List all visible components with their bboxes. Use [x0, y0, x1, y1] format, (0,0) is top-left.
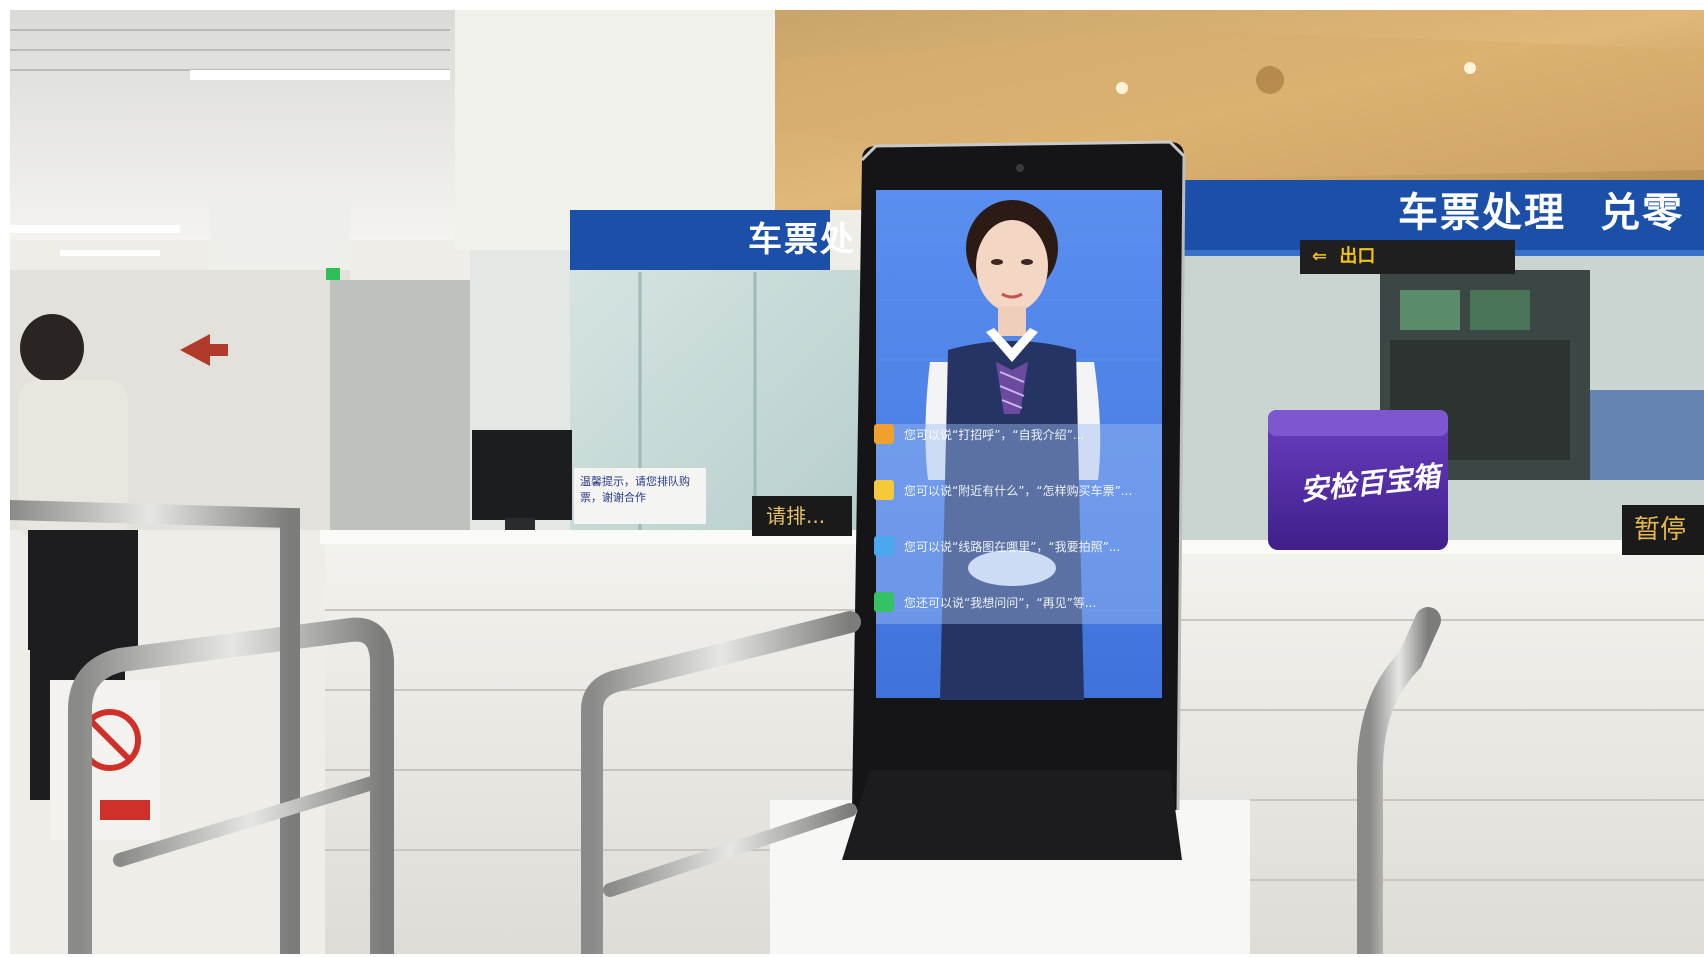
- sign-text-left: 车票处: [748, 220, 856, 260]
- exit-sign: ⇐ 出口: [1300, 240, 1515, 274]
- exit-sign-label: 出口: [1339, 246, 1376, 267]
- notice-card: 温馨提示，请您排队购票，谢谢合作: [574, 468, 706, 524]
- arrow-left-icon: ⇐: [1312, 246, 1328, 267]
- photo-icon: [874, 536, 894, 556]
- pause-sign: 暂停: [1622, 505, 1704, 555]
- chat-icon: [874, 592, 894, 612]
- menu-item-text: 您可以说“线路图在哪里”，“我要拍照”...: [904, 539, 1121, 554]
- sign-text-right-cut: 兑零: [1600, 190, 1684, 236]
- kiosk-menu-item[interactable]: 您可以说“打招呼”，“自我介绍”...: [874, 414, 1132, 454]
- kiosk-menu-item[interactable]: 您可以说“线路图在哪里”，“我要拍照”...: [874, 526, 1132, 566]
- user-icon: [874, 424, 894, 444]
- counter-right: [1180, 546, 1704, 954]
- menu-item-text: 您可以说“打招呼”，“自我介绍”...: [904, 427, 1085, 442]
- sign-text-right: 车票处理: [1398, 190, 1566, 236]
- menu-item-text: 您可以说“附近有什么”，“怎样购买车票”...: [904, 483, 1132, 498]
- photo: [10, 10, 1704, 954]
- window-sign: 请排...: [752, 496, 852, 536]
- kiosk-menu-item[interactable]: 您可以说“附近有什么”，“怎样购买车票”...: [874, 470, 1132, 510]
- kiosk-menu-item[interactable]: 您还可以说“我想问问”，“再见”等...: [874, 582, 1132, 622]
- ticket-icon: [874, 480, 894, 500]
- menu-item-text: 您还可以说“我想问问”，“再见”等...: [904, 595, 1097, 610]
- counter-monitor: [472, 430, 572, 520]
- kiosk-menu: 您可以说“打招呼”，“自我介绍”... 您可以说“附近有什么”，“怎样购买车票”…: [874, 414, 1132, 638]
